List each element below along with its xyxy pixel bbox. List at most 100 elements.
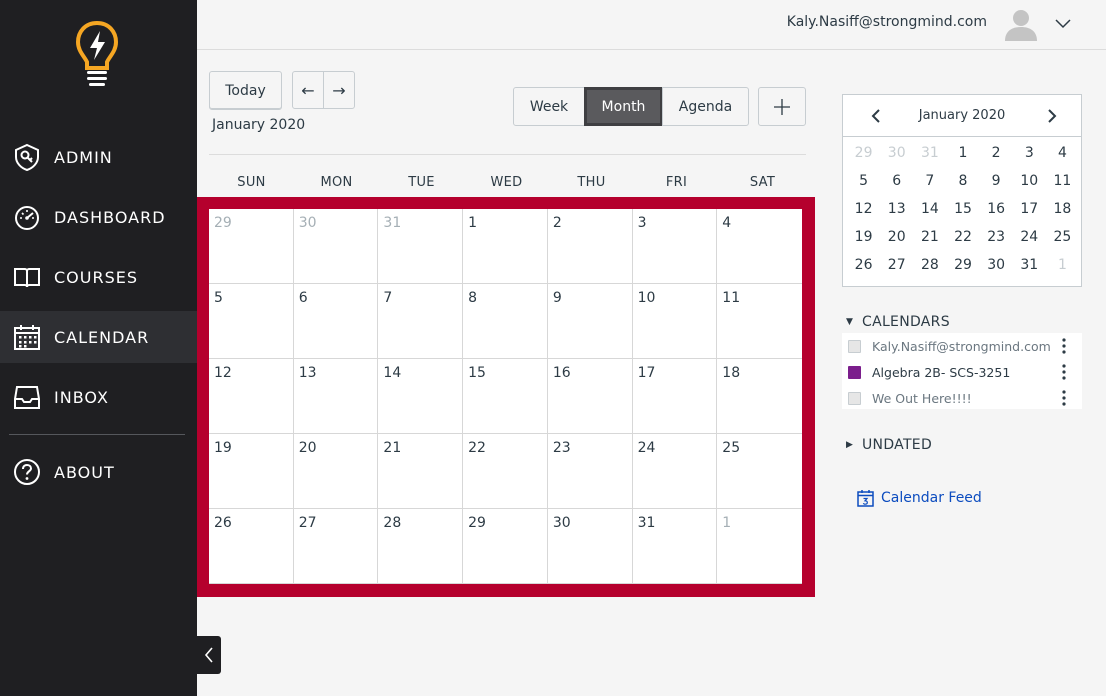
day-cell[interactable]: 24 xyxy=(632,434,718,509)
mini-calendar-day[interactable]: 30 xyxy=(880,139,913,167)
day-cell[interactable]: 14 xyxy=(378,359,464,434)
mini-calendar-day[interactable]: 18 xyxy=(1046,195,1079,223)
kebab-menu-icon[interactable] xyxy=(1060,337,1068,355)
mini-calendar-day[interactable]: 6 xyxy=(880,167,913,195)
day-cell[interactable]: 31 xyxy=(632,509,718,584)
day-cell[interactable]: 18 xyxy=(717,359,802,434)
mini-calendar-day[interactable]: 30 xyxy=(980,251,1013,279)
day-cell[interactable]: 13 xyxy=(293,359,379,434)
prev-month-button[interactable]: ← xyxy=(292,71,324,109)
day-cell[interactable]: 29 xyxy=(463,509,548,584)
add-event-button[interactable] xyxy=(758,87,806,126)
mini-calendar-day[interactable]: 27 xyxy=(880,251,913,279)
agenda-view-button[interactable]: Agenda xyxy=(662,87,749,126)
kebab-menu-icon[interactable] xyxy=(1060,363,1068,381)
mini-calendar-day[interactable]: 23 xyxy=(980,223,1013,251)
day-cell[interactable]: 29 xyxy=(209,209,294,284)
mini-calendar-day[interactable]: 20 xyxy=(880,223,913,251)
calendar-feed-link[interactable]: Calendar Feed xyxy=(857,489,982,507)
sidebar-item-courses[interactable]: COURSES xyxy=(0,251,197,303)
sidebar-item-calendar[interactable]: CALENDAR xyxy=(0,311,197,363)
mini-calendar-day[interactable]: 13 xyxy=(880,195,913,223)
day-cell[interactable]: 2 xyxy=(547,209,633,284)
day-cell[interactable]: 12 xyxy=(209,359,294,434)
next-month-button[interactable]: → xyxy=(323,71,355,109)
day-cell[interactable]: 20 xyxy=(293,434,379,509)
calendar-checkbox[interactable] xyxy=(848,391,861,405)
mini-calendar-day[interactable]: 7 xyxy=(913,167,946,195)
day-cell[interactable]: 8 xyxy=(463,284,548,359)
day-cell[interactable]: 23 xyxy=(547,434,633,509)
day-cell[interactable]: 4 xyxy=(717,209,802,284)
mini-calendar-day[interactable]: 9 xyxy=(980,167,1013,195)
mini-calendar-day[interactable]: 29 xyxy=(847,139,880,167)
chevron-right-icon[interactable] xyxy=(1043,107,1061,125)
day-cell[interactable]: 28 xyxy=(378,509,464,584)
mini-calendar-day[interactable]: 24 xyxy=(1013,223,1046,251)
kebab-menu-icon[interactable] xyxy=(1060,389,1068,407)
sidebar-item-inbox[interactable]: INBOX xyxy=(0,371,197,423)
day-cell[interactable]: 22 xyxy=(463,434,548,509)
day-cell[interactable]: 5 xyxy=(209,284,294,359)
mini-calendar-day[interactable]: 10 xyxy=(1013,167,1046,195)
calendars-toggle[interactable]: ▼ CALENDARS xyxy=(846,314,950,330)
day-cell[interactable]: 17 xyxy=(632,359,718,434)
sidebar-item-admin[interactable]: ADMIN xyxy=(0,131,197,183)
calendars-heading: CALENDARS xyxy=(862,314,950,330)
avatar[interactable] xyxy=(1004,7,1038,41)
mini-calendar-day[interactable]: 19 xyxy=(847,223,880,251)
day-cell[interactable]: 1 xyxy=(463,209,548,284)
mini-calendar-day[interactable]: 3 xyxy=(1013,139,1046,167)
day-cell[interactable]: 30 xyxy=(293,209,379,284)
mini-calendar-day[interactable]: 15 xyxy=(946,195,979,223)
mini-calendar-day[interactable]: 1 xyxy=(946,139,979,167)
collapse-sidebar-button[interactable] xyxy=(197,636,221,674)
day-cell[interactable]: 19 xyxy=(209,434,294,509)
mini-calendar-day[interactable]: 28 xyxy=(913,251,946,279)
mini-calendar-day[interactable]: 26 xyxy=(847,251,880,279)
mini-calendar-day[interactable]: 11 xyxy=(1046,167,1079,195)
day-cell[interactable]: 3 xyxy=(632,209,718,284)
day-cell[interactable]: 10 xyxy=(632,284,718,359)
mini-calendar-day[interactable]: 25 xyxy=(1046,223,1079,251)
calendar-checkbox[interactable] xyxy=(848,339,861,353)
day-cell[interactable]: 16 xyxy=(547,359,633,434)
sidebar-item-dashboard[interactable]: DASHBOARD xyxy=(0,191,197,243)
undated-toggle[interactable]: ▶ UNDATED xyxy=(846,437,932,453)
day-cell[interactable]: 7 xyxy=(378,284,464,359)
mini-calendar-day[interactable]: 22 xyxy=(946,223,979,251)
today-button[interactable]: Today xyxy=(209,71,282,110)
lightbulb-logo-icon[interactable] xyxy=(74,20,120,88)
month-view-button[interactable]: Month xyxy=(584,87,663,126)
mini-calendar-day[interactable]: 4 xyxy=(1046,139,1079,167)
calendar-checkbox[interactable] xyxy=(848,365,861,379)
day-cell[interactable]: 15 xyxy=(463,359,548,434)
mini-calendar-day[interactable]: 14 xyxy=(913,195,946,223)
sidebar-item-about[interactable]: ABOUT xyxy=(0,446,197,498)
day-cell[interactable]: 1 xyxy=(717,509,802,584)
mini-calendar-day[interactable]: 12 xyxy=(847,195,880,223)
day-cell[interactable]: 9 xyxy=(547,284,633,359)
mini-calendar-day[interactable]: 17 xyxy=(1013,195,1046,223)
mini-calendar-day[interactable]: 2 xyxy=(980,139,1013,167)
day-cell[interactable]: 21 xyxy=(378,434,464,509)
day-number: 6 xyxy=(298,290,308,306)
mini-calendar-day[interactable]: 8 xyxy=(946,167,979,195)
day-cell[interactable]: 11 xyxy=(717,284,802,359)
day-cell[interactable]: 27 xyxy=(293,509,379,584)
mini-calendar-day[interactable]: 29 xyxy=(946,251,979,279)
week-view-button[interactable]: Week xyxy=(513,87,585,126)
day-cell[interactable]: 26 xyxy=(209,509,294,584)
mini-calendar-day[interactable]: 16 xyxy=(980,195,1013,223)
day-cell[interactable]: 25 xyxy=(717,434,802,509)
day-cell[interactable]: 31 xyxy=(378,209,464,284)
chevron-down-icon[interactable] xyxy=(1054,15,1072,31)
mini-calendar-day[interactable]: 1 xyxy=(1046,251,1079,279)
mini-calendar-day[interactable]: 21 xyxy=(913,223,946,251)
mini-calendar-day[interactable]: 31 xyxy=(913,139,946,167)
mini-calendar-day[interactable]: 5 xyxy=(847,167,880,195)
day-cell[interactable]: 6 xyxy=(293,284,379,359)
mini-calendar-day[interactable]: 31 xyxy=(1013,251,1046,279)
day-number: 4 xyxy=(722,215,732,231)
day-cell[interactable]: 30 xyxy=(547,509,633,584)
